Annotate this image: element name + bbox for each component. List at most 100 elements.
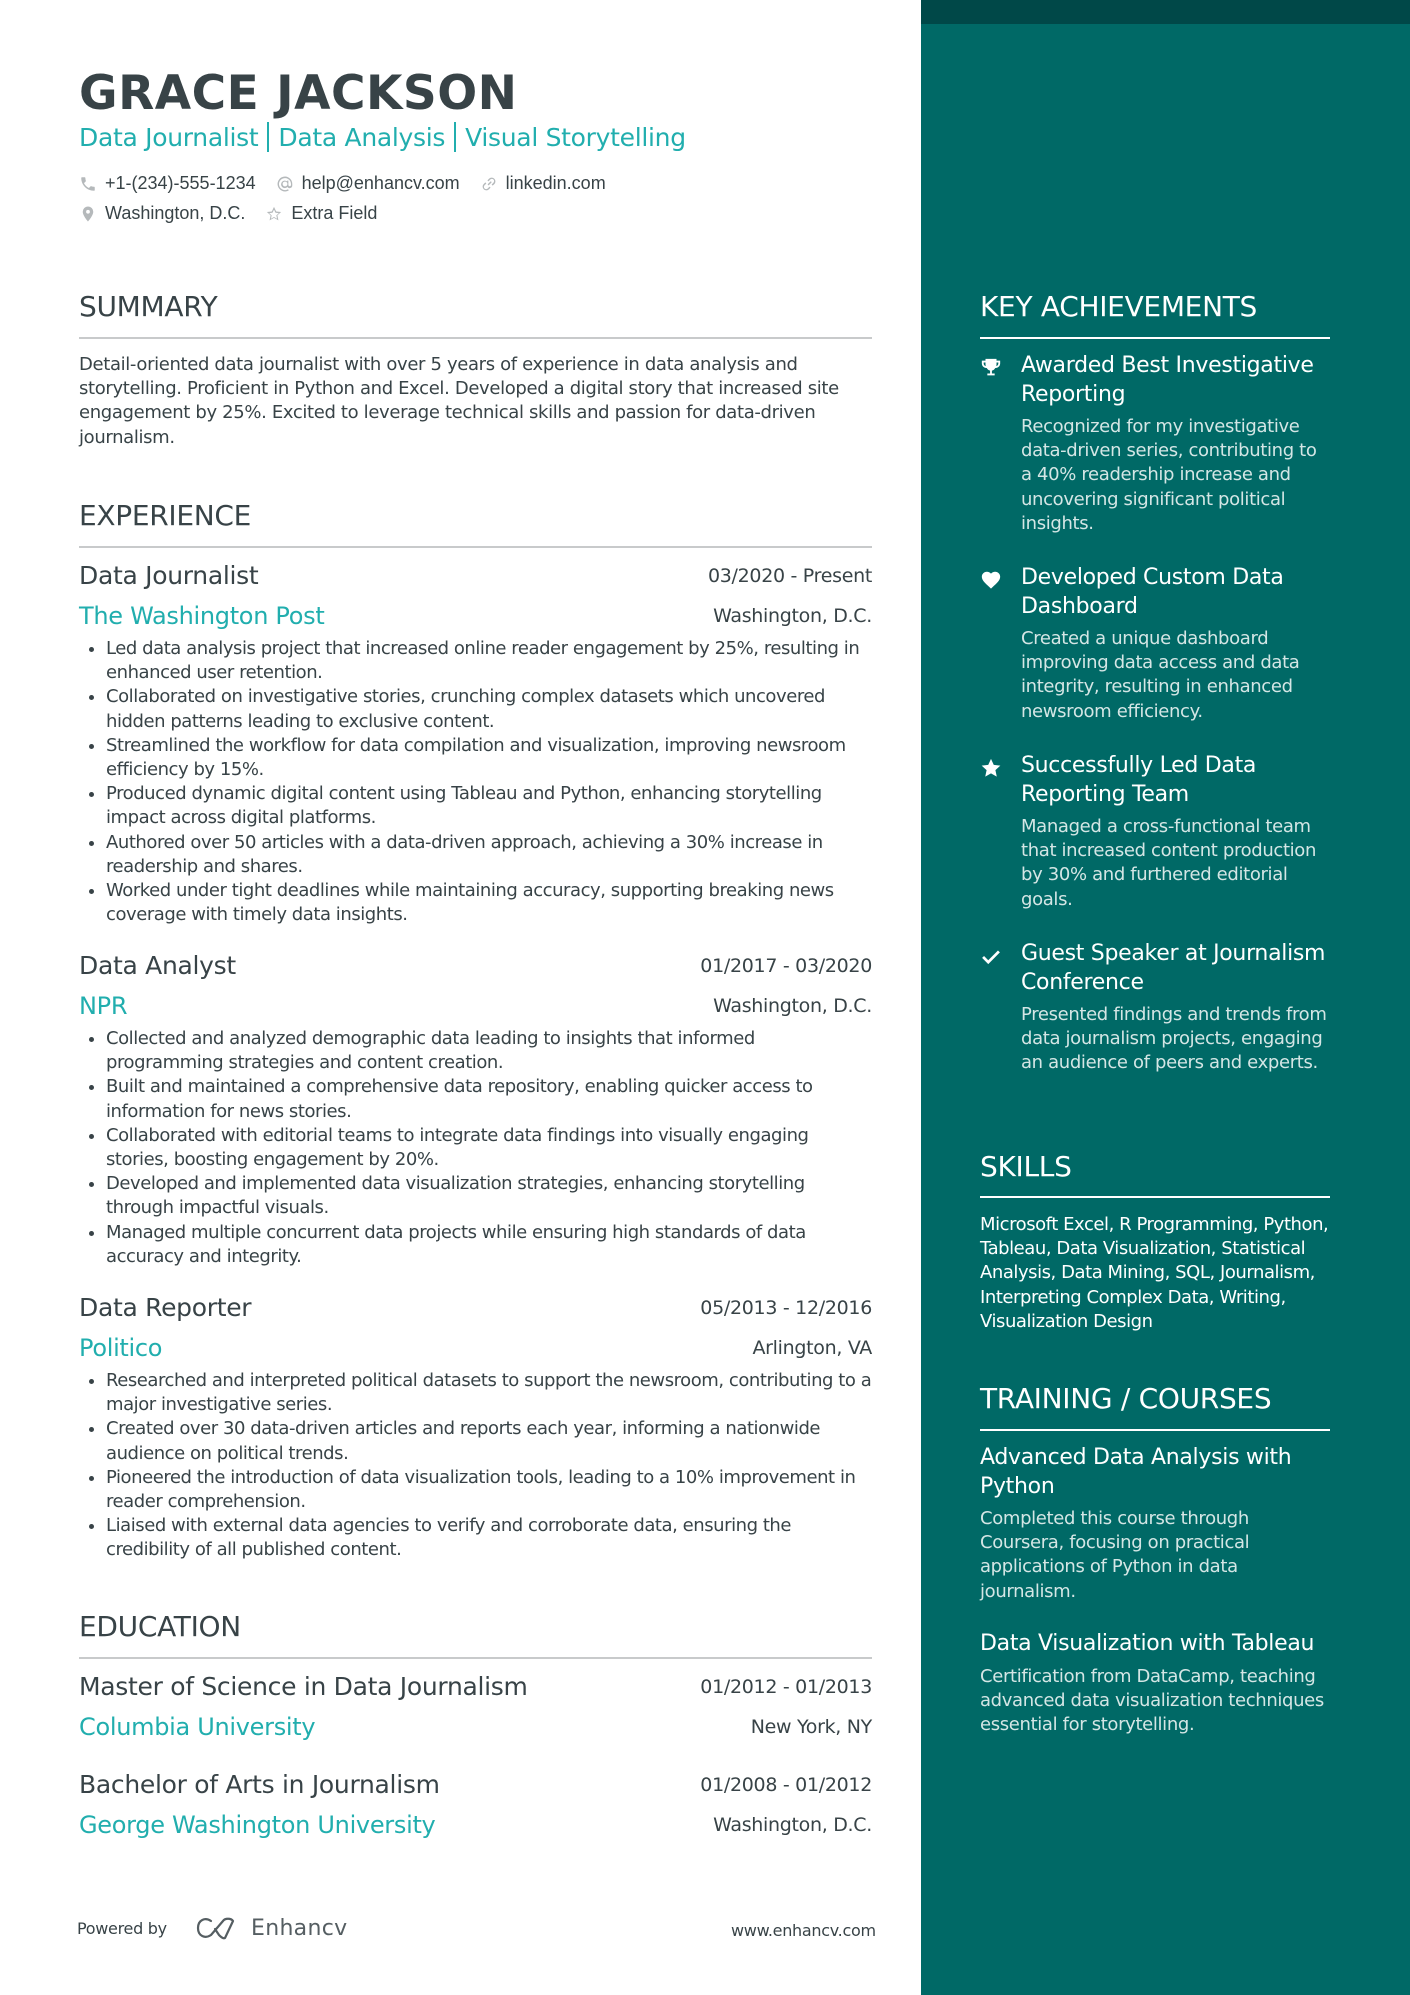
- course-item: Data Visualization with Tableau Certific…: [980, 1630, 1332, 1737]
- job-role: Data Journalist: [79, 561, 259, 590]
- achievement-item: Awarded Best Investigative Reporting Rec…: [980, 352, 1332, 536]
- achievement-title: Successfully Led Data Reporting Team: [1021, 753, 1257, 807]
- experience-heading: EXPERIENCE: [79, 499, 252, 532]
- course-title: Data Visualization with Tableau: [980, 1631, 1315, 1656]
- job-bullets: Researched and interpreted political dat…: [89, 1369, 872, 1563]
- job-dates: 05/2013 - 12/2016: [700, 1297, 872, 1319]
- education-divider: [79, 1657, 872, 1659]
- education-degree: Master of Science in Data Journalism: [79, 1672, 528, 1701]
- skills-list: Microsoft Excel, R Programming, Python, …: [980, 1214, 1329, 1332]
- course-item: Advanced Data Analysis with Python Compl…: [980, 1444, 1332, 1604]
- achievement-title: Developed Custom Data Dashboard: [1021, 565, 1284, 619]
- education-location: Washington, D.C.: [713, 1814, 872, 1836]
- education-school: Columbia University: [79, 1713, 316, 1741]
- location-text: Washington, D.C.: [105, 203, 246, 223]
- education-dates: 01/2008 - 01/2012: [700, 1774, 872, 1796]
- enhancv-brand: Enhancv: [251, 1915, 348, 1941]
- title-divider: [267, 122, 270, 152]
- job-location: Washington, D.C.: [713, 995, 872, 1017]
- skills-divider: [980, 1196, 1330, 1198]
- at-icon: [277, 176, 292, 191]
- education-school: George Washington University: [79, 1811, 436, 1839]
- enhancv-logo[interactable]: Enhancv: [195, 1915, 347, 1941]
- experience-divider: [79, 546, 872, 548]
- job-bullet: Collected and analyzed demographic data …: [89, 1027, 872, 1075]
- contact-email[interactable]: help@enhancv.com: [276, 173, 460, 194]
- job-bullet: Developed and implemented data visualiza…: [89, 1172, 872, 1220]
- phone-icon: [81, 176, 95, 191]
- achievement-item: Successfully Led Data Reporting Team Man…: [980, 752, 1332, 912]
- achievement-title: Guest Speaker at Journalism Conference: [1021, 941, 1326, 995]
- achievement-item: Developed Custom Data Dashboard Created …: [980, 564, 1332, 724]
- job-location: Washington, D.C.: [713, 605, 872, 627]
- email-link[interactable]: help@enhancv.com: [302, 173, 460, 194]
- summary-text: Detail-oriented data journalist with ove…: [79, 354, 839, 448]
- contact-row-2: Washington, D.C. Extra Field: [79, 203, 397, 224]
- achievement-desc: Managed a cross-functional team that inc…: [1021, 816, 1317, 910]
- job-bullets: Collected and analyzed demographic data …: [89, 1027, 872, 1269]
- training-divider: [980, 1429, 1330, 1431]
- trophy-icon: [981, 358, 1001, 376]
- skills-heading: SKILLS: [980, 1150, 1072, 1183]
- achievement-title: Awarded Best Investigative Reporting: [1021, 353, 1314, 407]
- summary-divider: [79, 337, 872, 339]
- job-dates: 01/2017 - 03/2020: [700, 955, 872, 977]
- job-bullet: Built and maintained a comprehensive dat…: [89, 1075, 872, 1123]
- job-bullet: Collaborated with editorial teams to int…: [89, 1124, 872, 1172]
- heart-icon: [981, 571, 1001, 589]
- star-icon: [981, 758, 1001, 777]
- footer-url[interactable]: www.enhancv.com: [731, 1921, 876, 1940]
- title-part: Visual Storytelling: [465, 123, 686, 152]
- education-heading: EDUCATION: [79, 1610, 241, 1643]
- link-icon: [482, 177, 496, 190]
- star-outline-icon: [267, 206, 282, 220]
- job-dates: 03/2020 - Present: [707, 565, 872, 587]
- achievements-divider: [980, 337, 1330, 339]
- education-degree: Bachelor of Arts in Journalism: [79, 1770, 440, 1799]
- summary-heading: SUMMARY: [79, 290, 218, 323]
- contact-location: Washington, D.C.: [79, 203, 245, 224]
- extra-field-text: Extra Field: [291, 203, 378, 223]
- job-bullet: Collaborated on investigative stories, c…: [89, 685, 872, 733]
- title-part: Data Analysis: [278, 123, 446, 152]
- powered-by-label: Powered by: [77, 1919, 167, 1938]
- title-part: Data Journalist: [79, 123, 259, 152]
- course-title: Advanced Data Analysis with Python: [980, 1445, 1292, 1499]
- education-location: New York, NY: [750, 1716, 873, 1738]
- achievement-desc: Recognized for my investigative data-dri…: [1021, 416, 1317, 534]
- enhancv-logo-icon: [196, 1917, 235, 1940]
- contact-linkedin[interactable]: linkedin.com: [480, 173, 606, 194]
- candidate-title: Data Journalist Data Analysis Visual Story…: [79, 122, 686, 152]
- job-bullets: Led data analysis project that increased…: [89, 637, 872, 927]
- contact-row-1: +1-(234)-555-1234 help@enhancv.com linke…: [79, 173, 626, 194]
- job-bullet: Produced dynamic digital content using T…: [89, 782, 872, 830]
- job-bullet: Created over 30 data-driven articles and…: [89, 1417, 872, 1465]
- job-bullet: Researched and interpreted political dat…: [89, 1369, 872, 1417]
- job-bullet: Pioneered the introduction of data visua…: [89, 1466, 872, 1514]
- checkmark-icon: [982, 950, 1000, 965]
- contact-extra: Extra Field: [265, 203, 377, 224]
- job-company: Politico: [79, 1334, 163, 1362]
- job-role: Data Reporter: [79, 1293, 252, 1322]
- phone-text: +1-(234)-555-1234: [105, 173, 256, 193]
- job-bullet: Worked under tight deadlines while maint…: [89, 879, 872, 927]
- achievement-item: Guest Speaker at Journalism Conference P…: [980, 940, 1332, 1076]
- achievements-heading: KEY ACHIEVEMENTS: [980, 290, 1257, 323]
- job-bullet: Authored over 50 articles with a data-dr…: [89, 831, 872, 879]
- training-heading: TRAINING / COURSES: [980, 1382, 1272, 1415]
- achievement-desc: Created a unique dashboard improving dat…: [1021, 628, 1300, 722]
- course-desc: Certification from DataCamp, teaching ad…: [980, 1665, 1324, 1735]
- job-company: NPR: [79, 992, 128, 1020]
- job-location: Arlington, VA: [752, 1337, 872, 1359]
- job-bullet: Managed multiple concurrent data project…: [89, 1221, 872, 1269]
- sidebar-top-band: [921, 0, 1410, 24]
- job-bullet: Liaised with external data agencies to v…: [89, 1514, 872, 1562]
- candidate-name: GRACE JACKSON: [79, 66, 518, 121]
- education-dates: 01/2012 - 01/2013: [700, 1676, 872, 1698]
- achievement-desc: Presented findings and trends from data …: [1021, 1004, 1327, 1074]
- job-bullet: Led data analysis project that increased…: [89, 637, 872, 685]
- title-divider: [454, 122, 457, 152]
- contact-phone: +1-(234)-555-1234: [79, 173, 256, 194]
- linkedin-link[interactable]: linkedin.com: [506, 173, 606, 194]
- job-company: The Washington Post: [79, 602, 325, 630]
